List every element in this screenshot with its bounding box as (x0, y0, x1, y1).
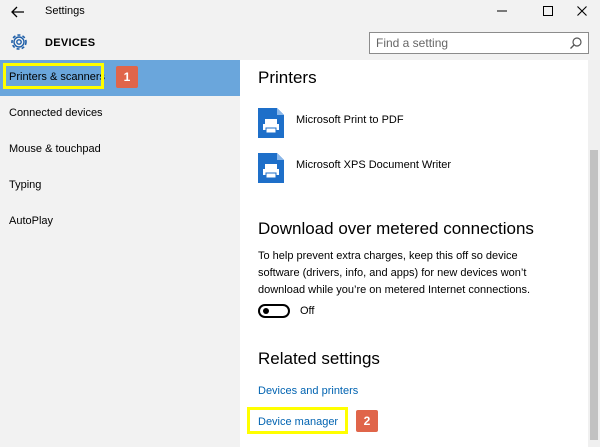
search-icon[interactable] (569, 36, 583, 50)
scrollbar-thumb[interactable] (590, 150, 598, 440)
printer-icon (258, 153, 284, 183)
back-button[interactable] (8, 3, 28, 21)
close-icon (577, 6, 587, 16)
gear-icon (11, 34, 27, 50)
arrow-left-icon (11, 6, 24, 18)
printer-item[interactable]: Microsoft Print to PDF (258, 108, 558, 140)
scrollbar[interactable] (588, 60, 600, 447)
settings-header: DEVICES (0, 24, 600, 60)
printer-name: Microsoft Print to PDF (296, 114, 404, 126)
download-description: To help prevent extra charges, keep this… (258, 250, 531, 296)
toggle-knob (263, 308, 269, 314)
content-pane: Printers Microsoft Print to PDF Microsof… (240, 60, 588, 447)
close-button[interactable] (567, 0, 597, 24)
sidebar-item-connected-devices[interactable]: Connected devices (0, 96, 240, 132)
maximize-button[interactable] (533, 0, 563, 24)
highlight-box (247, 407, 348, 434)
minimize-button[interactable] (487, 0, 517, 24)
title-bar: Settings (0, 0, 600, 24)
toggle-state-label: Off (300, 305, 315, 317)
sidebar-item-label: Mouse & touchpad (9, 143, 101, 155)
section-title: DEVICES (45, 37, 96, 49)
devices-and-printers-link[interactable]: Devices and printers (258, 385, 358, 397)
window-title: Settings (45, 5, 85, 17)
sidebar-item-typing[interactable]: Typing (0, 168, 240, 204)
download-heading: Download over metered connections (258, 219, 534, 238)
printer-item[interactable]: Microsoft XPS Document Writer (258, 153, 558, 185)
sidebar-item-printers-scanners[interactable]: Printers & scanners 1 (0, 60, 240, 96)
printer-icon (258, 108, 284, 138)
sidebar-item-mouse-touchpad[interactable]: Mouse & touchpad (0, 132, 240, 168)
highlight-box (3, 63, 104, 89)
sidebar-item-label: Connected devices (9, 107, 103, 119)
minimize-icon (497, 10, 507, 12)
sidebar: Printers & scanners 1 Connected devices … (0, 60, 240, 447)
search-input[interactable] (376, 35, 566, 51)
printer-name: Microsoft XPS Document Writer (296, 159, 452, 171)
printers-heading: Printers (258, 68, 317, 87)
step-badge: 1 (116, 66, 138, 88)
step-badge: 2 (356, 410, 378, 432)
related-settings-heading: Related settings (258, 349, 380, 368)
sidebar-item-autoplay[interactable]: AutoPlay (0, 204, 240, 240)
sidebar-item-label: Typing (9, 179, 42, 191)
maximize-icon (543, 6, 553, 16)
sidebar-item-label: AutoPlay (9, 215, 54, 227)
metered-download-toggle[interactable] (258, 304, 290, 318)
search-box[interactable] (369, 32, 589, 54)
